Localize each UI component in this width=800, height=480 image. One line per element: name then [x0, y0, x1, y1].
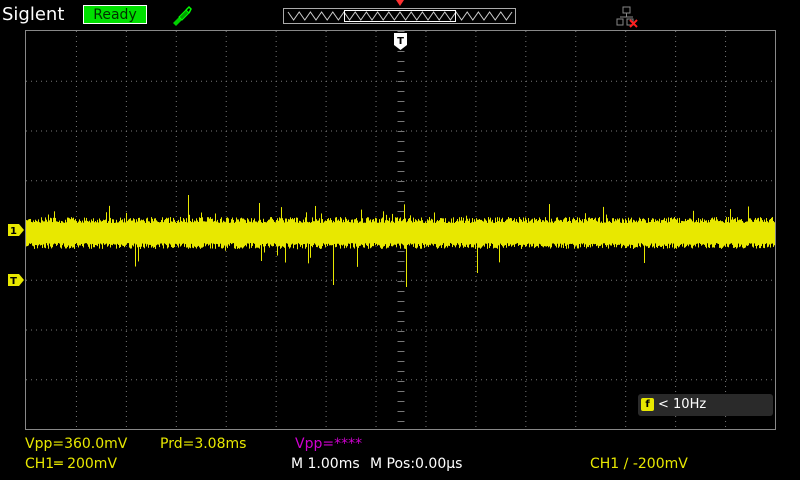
ch1-trace: [26, 195, 775, 287]
svg-text:T: T: [10, 276, 17, 286]
timebase-label: M 1.00ms: [291, 456, 360, 472]
acquisition-status-badge: Ready: [83, 5, 147, 24]
waveform-memory-map: [283, 8, 516, 24]
trigger-position-top-icon: [396, 0, 404, 6]
frequency-counter: f < 10Hz: [638, 394, 773, 416]
svg-text:1: 1: [10, 226, 17, 236]
trigger-setting-label: CH1 ∕ -200mV: [590, 456, 688, 472]
trigger-position-marker[interactable]: T: [394, 33, 407, 50]
svg-text:T: T: [397, 36, 404, 47]
ch1-scale-label: CH1═ 200mV: [25, 456, 118, 472]
trigger-level-marker[interactable]: T: [8, 274, 24, 286]
ch1-ground-marker[interactable]: 1: [8, 224, 24, 236]
horizontal-position-label: M Pos:0.00µs: [370, 456, 463, 472]
waveform-display[interactable]: [25, 30, 776, 430]
frequency-value: < 10Hz: [658, 397, 707, 412]
usb-disconnected-icon: [616, 6, 638, 28]
measurement-vpp-math: Vpp=****: [295, 436, 363, 452]
top-bar: Siglent Ready: [0, 0, 800, 30]
memory-map-window: [344, 10, 456, 22]
probe-icon: [173, 5, 192, 26]
measurement-vpp-ch1: Vpp=360.0mV: [25, 436, 128, 452]
brand-label: Siglent: [2, 4, 65, 25]
measurement-period-ch1: Prd=3.08ms: [160, 436, 247, 452]
frequency-icon: f: [641, 398, 654, 411]
